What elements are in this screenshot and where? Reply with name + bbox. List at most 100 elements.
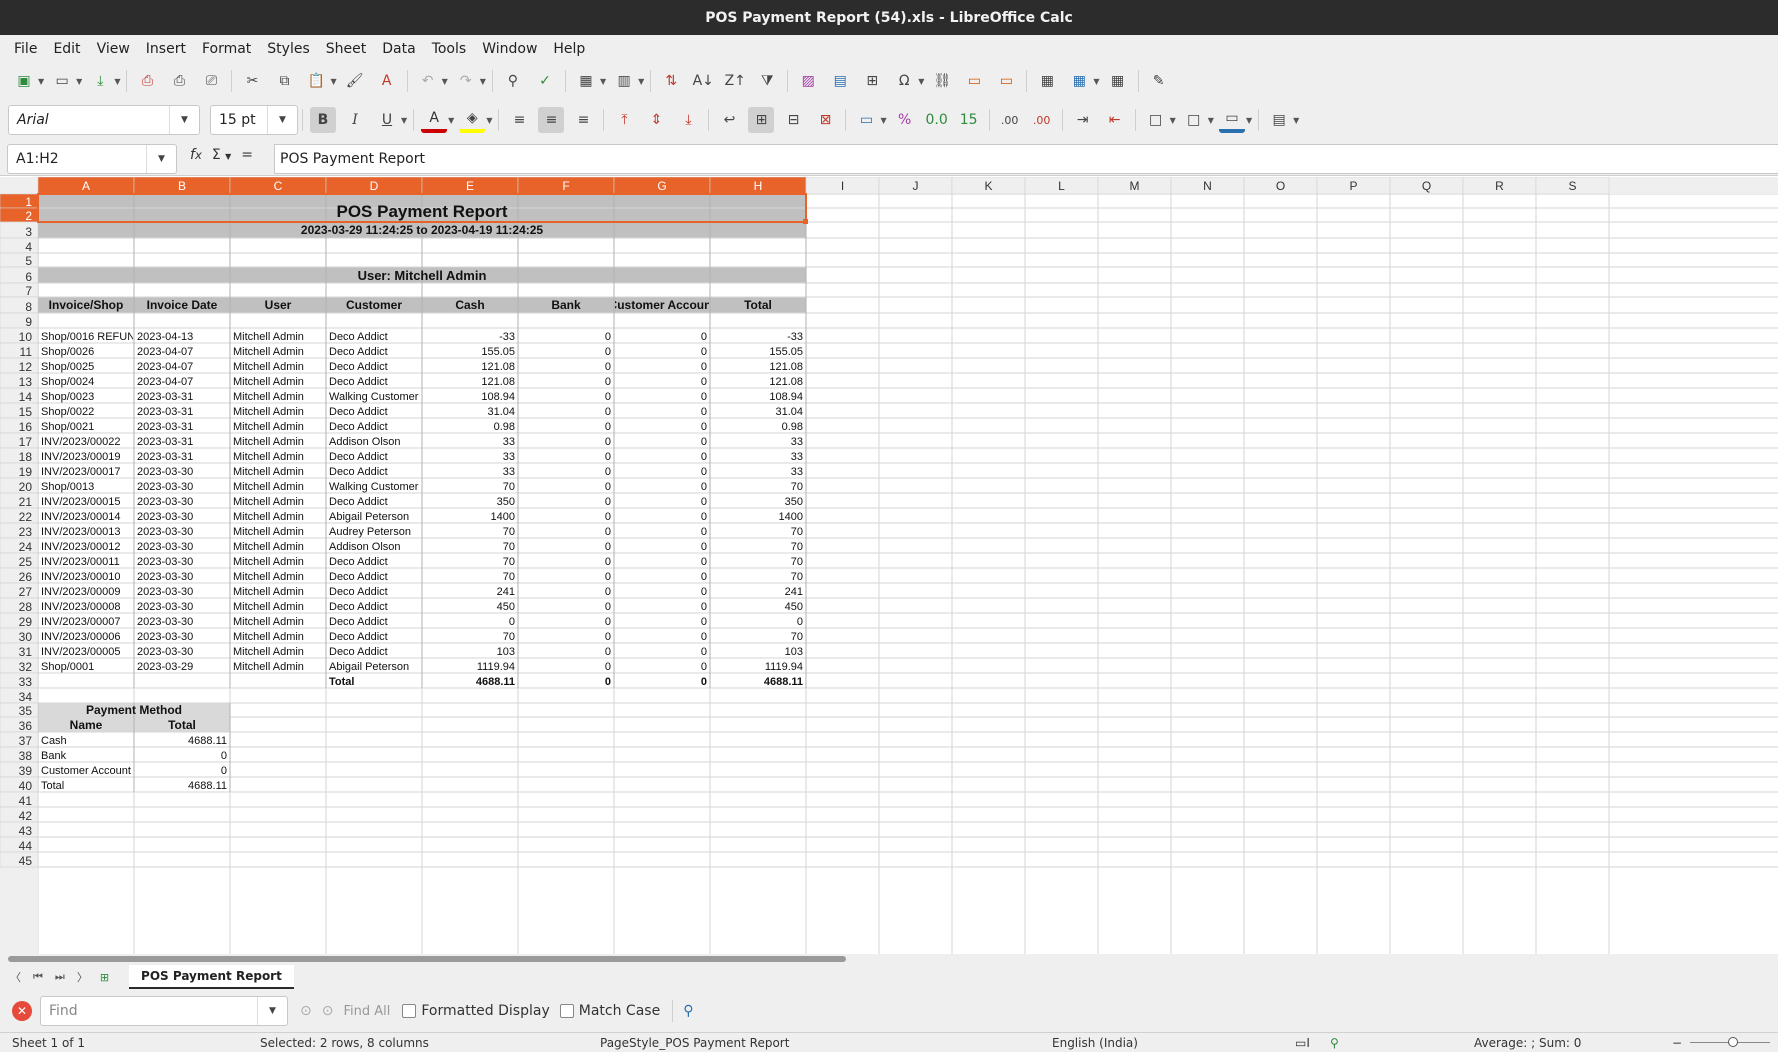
sort-ascending-icon[interactable]: A↓ (690, 68, 716, 94)
print-preview-icon[interactable]: ⎚ (198, 68, 224, 94)
match-case-checkbox[interactable] (559, 1004, 574, 1018)
language[interactable]: English (India) (1052, 1036, 1138, 1050)
highlight-dropdown-icon[interactable]: ▼ (486, 116, 492, 125)
comment-icon[interactable]: ▭ (961, 68, 987, 94)
menu-window[interactable]: Window (474, 41, 545, 57)
function-wizard-icon[interactable]: fx (190, 147, 202, 163)
chevron-down-icon[interactable]: ▼ (146, 145, 176, 173)
increase-indent-icon[interactable]: ⇥ (1070, 107, 1096, 133)
menu-format[interactable]: Format (194, 41, 259, 57)
copy-icon[interactable]: ⧉ (271, 68, 297, 94)
paste-icon[interactable]: 📋 (303, 68, 329, 94)
align-top-icon[interactable]: ⤒ (611, 107, 637, 133)
find-box[interactable]: Find ▼ (40, 996, 288, 1026)
find-next-icon[interactable]: ⊙ (322, 1003, 334, 1019)
horizontal-scrollbar[interactable] (0, 954, 1778, 964)
clone-formatting-icon[interactable]: 🖌 (342, 68, 368, 94)
underline-icon[interactable]: U (374, 107, 400, 133)
save-dropdown-icon[interactable]: ▼ (114, 77, 120, 86)
cut-icon[interactable]: ✂ (239, 68, 265, 94)
formula-equals-icon[interactable]: = (241, 147, 253, 163)
menu-sheet[interactable]: Sheet (318, 41, 374, 57)
clear-formatting-icon[interactable]: A (374, 68, 400, 94)
tab-last-icon[interactable]: ⏭ (55, 970, 65, 984)
zoom-slider-handle[interactable] (1728, 1037, 1738, 1047)
sum-icon[interactable]: Σ ▼ (212, 147, 231, 163)
export-pdf-icon[interactable]: ⎙ (134, 68, 160, 94)
undo-icon[interactable]: ↶ (415, 68, 441, 94)
header-footer-icon[interactable]: ▭ (993, 68, 1019, 94)
conditional-format-icon[interactable]: ▤ (1266, 107, 1292, 133)
font-color-dropdown-icon[interactable]: ▼ (448, 116, 454, 125)
tab-first-icon[interactable]: ⏮ (33, 970, 43, 984)
spelling-icon[interactable]: ✓ (532, 68, 558, 94)
number-format-icon[interactable]: 0.0 (924, 107, 950, 133)
font-color-icon[interactable]: A (421, 107, 448, 133)
delete-decimal-icon[interactable]: .00 (1029, 107, 1055, 133)
currency-format-icon[interactable]: ▭ (853, 107, 879, 133)
redo-dropdown-icon[interactable]: ▼ (480, 77, 486, 86)
new-document-icon[interactable]: ▣ (11, 68, 37, 94)
menu-view[interactable]: View (89, 41, 138, 57)
chevron-down-icon[interactable]: ▼ (169, 106, 199, 134)
highlight-color-icon[interactable]: ◈ (459, 107, 486, 133)
show-draw-functions-icon[interactable]: ✎ (1146, 68, 1172, 94)
selection-mode-icon[interactable]: ▭I (1295, 1036, 1310, 1050)
row-header-7[interactable] (0, 282, 39, 298)
hyperlink-icon[interactable]: ⛓ (929, 68, 955, 94)
find-input[interactable]: Find (49, 1003, 78, 1019)
merge-center-icon[interactable]: ⊞ (748, 107, 775, 133)
borders-icon[interactable]: □ (1143, 107, 1169, 133)
row-header-8[interactable] (0, 296, 39, 314)
menu-data[interactable]: Data (374, 41, 423, 57)
decrease-indent-icon[interactable]: ⇤ (1102, 107, 1128, 133)
chevron-down-icon[interactable]: ▼ (257, 997, 287, 1025)
menu-file[interactable]: File (6, 41, 45, 57)
print-icon[interactable]: ⎙ (166, 68, 192, 94)
tab-prev-icon[interactable]: 〈 (10, 969, 21, 985)
redo-icon[interactable]: ↷ (453, 68, 479, 94)
close-find-icon[interactable]: ✕ (12, 1001, 32, 1021)
row-header-6[interactable] (0, 266, 39, 284)
insert-chart-icon[interactable]: ▤ (827, 68, 853, 94)
special-character-icon[interactable]: Ω (891, 68, 917, 94)
open-folder-icon[interactable]: ▭ (49, 68, 75, 94)
zoom-out-icon[interactable]: − (1672, 1036, 1682, 1050)
percent-format-icon[interactable]: % (892, 107, 918, 133)
row-header-2[interactable] (0, 207, 39, 223)
font-size-box[interactable]: 15 pt ▼ (210, 105, 298, 135)
menu-tools[interactable]: Tools (424, 41, 475, 57)
borders-dropdown-icon[interactable]: ▼ (1170, 116, 1176, 125)
row-header-1[interactable] (0, 193, 39, 209)
add-sheet-icon[interactable]: ⊞ (100, 971, 109, 984)
paste-dropdown-icon[interactable]: ▼ (330, 77, 336, 86)
pivot-table-icon[interactable]: ⊞ (859, 68, 885, 94)
tab-pos-payment-report[interactable]: POS Payment Report (129, 965, 294, 989)
align-center-icon[interactable]: ≡ (538, 107, 565, 133)
row-header-5[interactable] (0, 252, 39, 268)
currency-dropdown-icon[interactable]: ▼ (880, 116, 886, 125)
name-box[interactable]: A1:H2 ▼ (7, 144, 177, 174)
autofilter-icon[interactable]: ⧩ (754, 68, 780, 94)
insert-image-icon[interactable]: ▨ (795, 68, 821, 94)
align-left-icon[interactable]: ≡ (506, 107, 532, 133)
row-header-4[interactable] (0, 237, 39, 254)
bold-icon[interactable]: B (310, 107, 336, 133)
italic-icon[interactable]: I (342, 107, 368, 133)
row-dropdown-icon[interactable]: ▼ (600, 77, 606, 86)
sort-icon[interactable]: ⇅ (658, 68, 684, 94)
align-right-icon[interactable]: ≡ (570, 107, 596, 133)
find-previous-icon[interactable]: ⊙ (300, 1003, 312, 1019)
scrollbar-thumb[interactable] (8, 956, 846, 962)
sort-descending-icon[interactable]: Z↑ (722, 68, 748, 94)
special-character-dropdown-icon[interactable]: ▼ (918, 77, 924, 86)
find-replace-icon[interactable]: ⚲ (500, 68, 526, 94)
border-style-dropdown-icon[interactable]: ▼ (1208, 116, 1214, 125)
split-window-icon[interactable]: ▦ (1105, 68, 1131, 94)
formatted-display-checkbox[interactable] (402, 1004, 417, 1018)
page-style[interactable]: PageStyle_POS Payment Report (600, 1036, 789, 1050)
autofill-handle[interactable] (803, 219, 808, 224)
merge-cells-icon[interactable]: ⊟ (780, 107, 806, 133)
find-all-button[interactable]: Find All (343, 1004, 390, 1019)
find-replace-icon[interactable]: ⚲ (683, 1003, 693, 1019)
